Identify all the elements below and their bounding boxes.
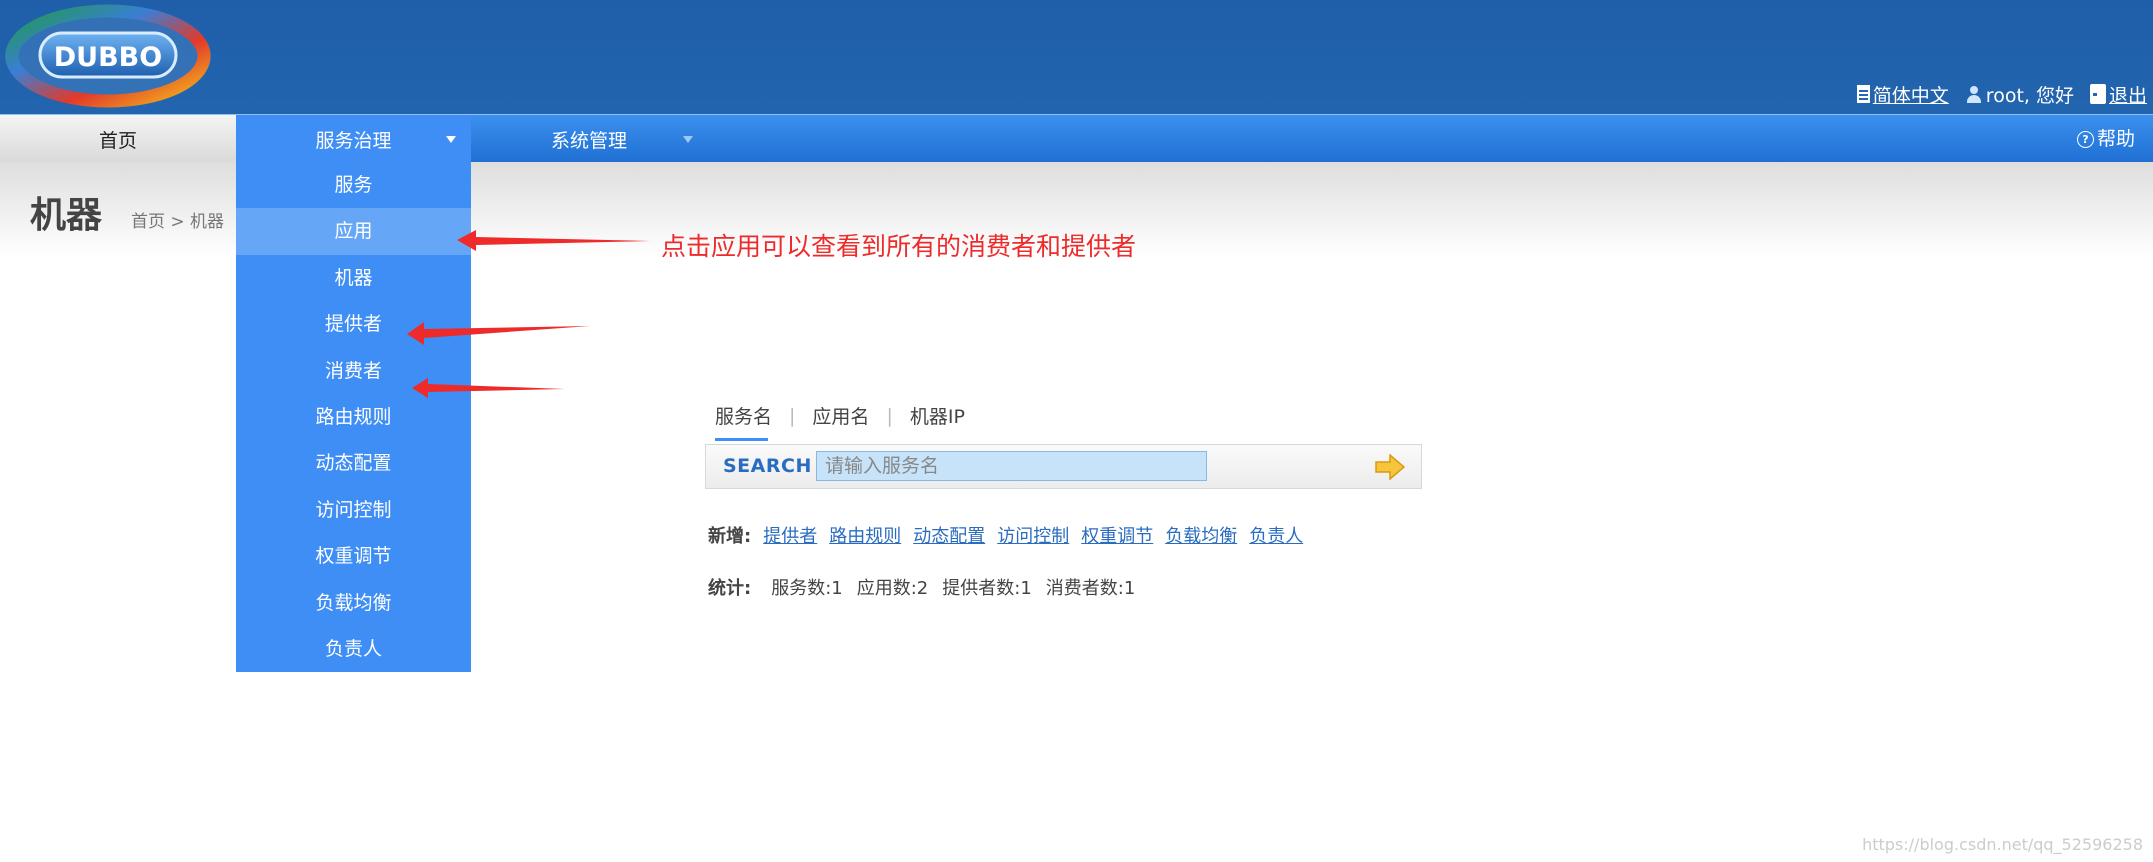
chevron-down-icon	[446, 136, 456, 143]
search-input[interactable]	[816, 451, 1207, 481]
tab-separator: |	[789, 404, 796, 427]
svg-text:DUBBO: DUBBO	[54, 42, 162, 73]
nav-system-management[interactable]: 系统管理	[471, 115, 707, 163]
stat-consumers: 消费者数:1	[1045, 578, 1136, 599]
arrow-right-icon[interactable]	[1374, 454, 1406, 480]
menu-item-provider[interactable]: 提供者	[236, 301, 471, 347]
search-tabs: 服务名 | 应用名 | 机器IP	[713, 402, 967, 441]
search-label: SEARCH	[723, 455, 812, 477]
stat-applications: 应用数:2	[856, 578, 929, 599]
add-label: 新增:	[708, 526, 752, 547]
menu-item-consumer[interactable]: 消费者	[236, 348, 471, 394]
annotation-text: 点击应用可以查看到所有的消费者和提供者	[661, 232, 1137, 261]
add-provider-link[interactable]: 提供者	[763, 522, 817, 548]
nav-system-management-label: 系统管理	[550, 130, 627, 152]
add-load-balance-link[interactable]: 负载均衡	[1165, 522, 1237, 548]
search-box: SEARCH	[705, 444, 1422, 489]
top-right-links: 简体中文 root, 您好 退出	[1856, 80, 2147, 108]
menu-item-application[interactable]: 应用	[236, 208, 471, 255]
stat-providers: 提供者数:1	[942, 578, 1032, 599]
watermark: https://blog.csdn.net/qq_52596258	[1862, 835, 2143, 854]
menu-item-owner[interactable]: 负责人	[236, 626, 471, 672]
stats-row: 统计: 服务数:1 应用数:2 提供者数:1 消费者数:1	[708, 574, 1135, 600]
menu-item-load-balance[interactable]: 负载均衡	[236, 580, 471, 626]
breadcrumb[interactable]: 首页 > 机器	[131, 207, 224, 232]
user-greeting: root, 您好	[1985, 84, 2074, 107]
tab-separator: |	[886, 404, 893, 427]
tab-service-name[interactable]: 服务名	[713, 402, 774, 441]
logout-link[interactable]: 退出	[2109, 81, 2147, 108]
nav-home[interactable]: 首页	[0, 115, 236, 163]
nav-service-governance-label: 服务治理	[315, 130, 392, 152]
nav-help[interactable]: ? 帮助	[2076, 115, 2135, 163]
tab-application-name[interactable]: 应用名	[810, 402, 871, 429]
service-governance-dropdown: 服务 应用 机器 提供者 消费者 路由规则 动态配置 访问控制 权重调节 负载均…	[236, 162, 471, 672]
dubbo-logo[interactable]: DUBBO	[0, 0, 220, 114]
document-icon	[1856, 85, 1870, 103]
add-row: 新增: 提供者 路由规则 动态配置 访问控制 权重调节 负载均衡 负责人	[708, 522, 1309, 548]
language-link[interactable]: 简体中文	[1873, 81, 1949, 108]
stats-label: 统计:	[708, 578, 752, 599]
menu-item-route-rule[interactable]: 路由规则	[236, 394, 471, 440]
add-access-control-link[interactable]: 访问控制	[997, 522, 1069, 548]
help-icon: ?	[2076, 130, 2094, 148]
add-owner-link[interactable]: 负责人	[1249, 522, 1303, 548]
header: DUBBO 简体中文 root, 您好 退出	[0, 0, 2153, 114]
add-weight-link[interactable]: 权重调节	[1081, 522, 1153, 548]
logout[interactable]: 退出	[2089, 81, 2147, 108]
stat-services: 服务数:1	[771, 578, 843, 599]
user-icon	[1965, 85, 1983, 103]
logout-icon	[2089, 84, 2106, 104]
menu-item-weight[interactable]: 权重调节	[236, 533, 471, 579]
menu-item-machine[interactable]: 机器	[236, 255, 471, 301]
user-info: root, 您好	[1965, 81, 2074, 108]
menu-item-dynamic-config[interactable]: 动态配置	[236, 440, 471, 486]
language-switch[interactable]: 简体中文	[1856, 81, 1949, 108]
chevron-down-icon	[683, 136, 693, 143]
menu-item-service[interactable]: 服务	[236, 162, 471, 208]
add-route-rule-link[interactable]: 路由规则	[829, 522, 901, 548]
menu-item-access-control[interactable]: 访问控制	[236, 487, 471, 533]
add-dynamic-config-link[interactable]: 动态配置	[913, 522, 985, 548]
nav-service-governance[interactable]: 服务治理	[236, 115, 471, 163]
nav-help-label: 帮助	[2096, 128, 2135, 150]
page-title: 机器	[30, 195, 103, 236]
main-nav: 首页 服务治理 系统管理 ? 帮助	[0, 114, 2153, 163]
tab-machine-ip[interactable]: 机器IP	[908, 402, 967, 429]
